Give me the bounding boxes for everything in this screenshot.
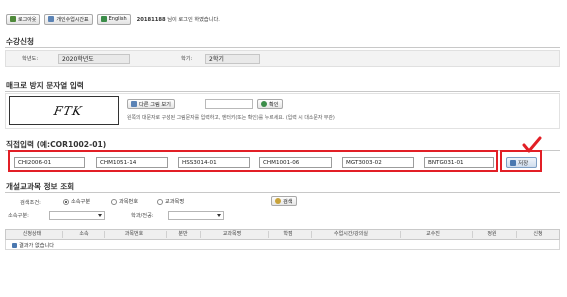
welcome-text: 20181188 님이 로그인 하였습니다. — [137, 16, 220, 23]
timetable-button[interactable]: 개인수업시간표 — [44, 13, 93, 25]
course-code-input-4[interactable]: CHM1001-06 — [259, 157, 332, 168]
col-course-name: 교과목명 — [222, 231, 242, 237]
course-code-input-2[interactable]: CHM1051-14 — [96, 157, 168, 168]
col-applied: 신청 — [533, 231, 543, 237]
radio-course-no[interactable]: 과목번호 — [111, 198, 138, 205]
radio-dot — [157, 198, 163, 205]
captcha-image: FTK — [9, 96, 119, 125]
divider — [5, 91, 560, 92]
search-section-title: 개설교과목 정보 조회 — [6, 182, 75, 191]
captcha-section-title: 매크로 방지 문자열 입력 — [6, 81, 84, 90]
col-separator — [200, 231, 201, 238]
col-credit: 학점 — [283, 231, 293, 237]
col-dept: 소속 — [79, 231, 89, 237]
col-separator — [472, 231, 473, 238]
radio-dot — [63, 198, 69, 205]
save-button[interactable]: 저장 — [506, 157, 537, 168]
dept-label: 소속구분: — [8, 213, 29, 219]
col-status: 신청상태 — [22, 231, 42, 237]
check-icon — [261, 101, 267, 107]
radio-dot — [111, 198, 117, 205]
major-select[interactable] — [168, 211, 224, 220]
course-code-input-6[interactable]: BNTG031-01 — [424, 157, 494, 168]
search-icon — [275, 198, 281, 204]
enroll-info-row: 학년도: 2020학년도 학기: 2학기 — [5, 50, 560, 67]
course-code-input-5[interactable]: MGT3003-02 — [342, 157, 414, 168]
col-separator — [268, 231, 269, 238]
divider — [5, 47, 560, 48]
col-capacity: 정원 — [487, 231, 497, 237]
welcome-suffix: 님이 로그인 하였습니다. — [165, 16, 220, 23]
year-label: 학년도: — [22, 56, 39, 62]
search-panel: 검색조건: 소속구분 과목번호 교과목명 검색 소속구분: 학과/전공: — [5, 195, 560, 225]
condition-label: 검색조건: — [20, 200, 41, 206]
course-code-input-1[interactable]: CHI2006-01 — [14, 157, 85, 168]
other-image-button[interactable]: 다른 그림 보기 — [127, 99, 175, 109]
col-separator — [400, 231, 401, 238]
top-toolbar: 로그아웃 개인수업시간표 English 20181188 님이 로그인 하였습… — [6, 13, 220, 25]
col-course-no: 과목번호 — [124, 231, 144, 237]
globe-icon — [100, 16, 107, 22]
year-field: 2020학년도 — [58, 53, 130, 64]
captcha-panel: FTK — [5, 93, 560, 129]
dept-select[interactable] — [49, 211, 105, 220]
captcha-text: FTK — [52, 104, 84, 118]
col-separator — [62, 231, 63, 238]
no-result-row: 결과가 없습니다 — [12, 242, 54, 249]
major-label: 학과/전공: — [131, 213, 154, 219]
col-separator — [311, 231, 312, 238]
radio-course-name[interactable]: 교과목명 — [157, 198, 184, 205]
col-separator — [166, 231, 167, 238]
col-separator — [104, 231, 105, 238]
col-separator — [516, 231, 517, 238]
divider — [5, 192, 560, 193]
info-icon — [12, 243, 17, 248]
enroll-section-title: 수강신청 — [6, 37, 34, 46]
logout-button[interactable]: 로그아웃 — [6, 13, 41, 25]
refresh-icon — [131, 101, 137, 107]
radio-dept[interactable]: 소속구분 — [63, 198, 90, 205]
captcha-input[interactable] — [205, 99, 253, 109]
user-id: 20181188 — [136, 16, 166, 23]
english-button[interactable]: English — [96, 13, 131, 25]
direct-section-title: 직접입력 (예:COR1002-01) — [6, 140, 107, 149]
col-section: 분반 — [178, 231, 188, 237]
captcha-help: 왼쪽의 대문자로 구성된 그림문자를 입력하고, 엔터키(또는 확인)를 누르세… — [127, 115, 335, 121]
calendar-icon — [48, 16, 55, 22]
course-code-input-3[interactable]: HSS3014-01 — [178, 157, 250, 168]
save-icon — [510, 159, 516, 166]
col-professor: 교수진 — [426, 231, 440, 237]
results-table-header: 신청상태 소속 과목번호 분반 교과목명 학점 수업시간/강의실 교수진 정원 … — [5, 229, 560, 240]
direct-input-box: CHI2006-01 CHM1051-14 HSS3014-01 CHM1001… — [8, 150, 498, 172]
search-button[interactable]: 검색 — [271, 196, 297, 206]
logout-icon — [10, 16, 16, 22]
results-table-body: 결과가 없습니다 — [5, 240, 560, 250]
checkmark-icon — [522, 136, 542, 153]
confirm-button[interactable]: 확인 — [257, 99, 283, 109]
term-field: 2학기 — [205, 53, 260, 64]
col-time-room: 수업시간/강의실 — [334, 231, 368, 237]
term-label: 학기: — [181, 56, 193, 62]
